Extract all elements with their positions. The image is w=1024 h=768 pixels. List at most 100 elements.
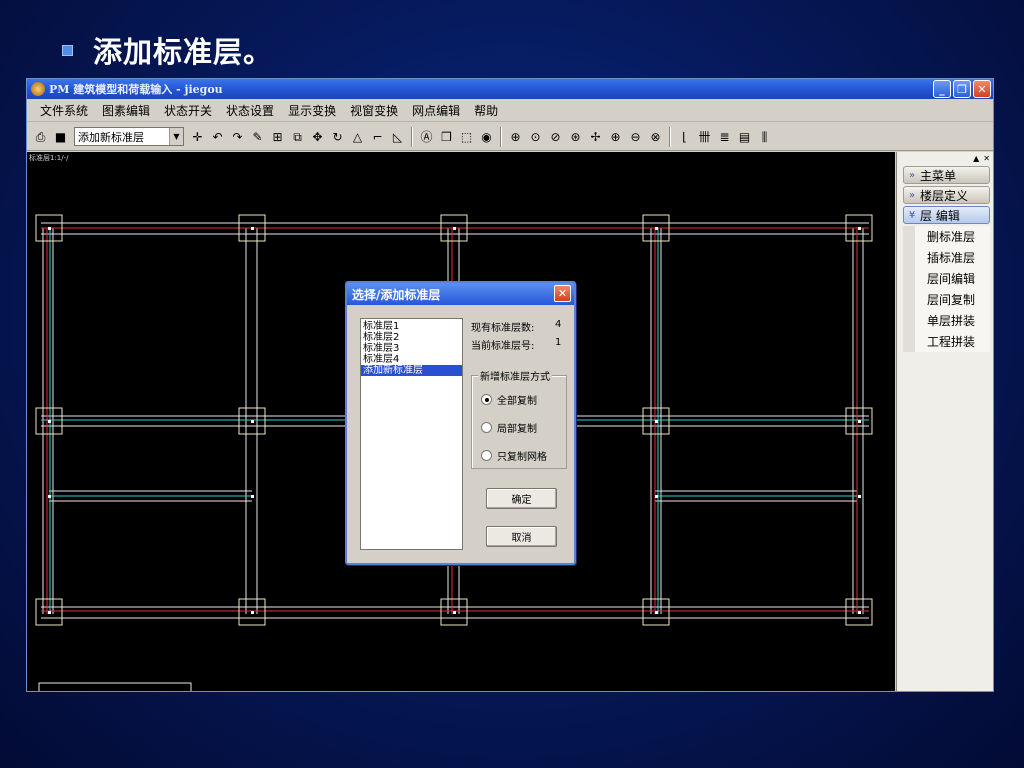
crosshair-icon[interactable]: ✛ [188,127,207,147]
panel-close-icon[interactable]: ✕ [983,154,990,164]
chevron-down-icon[interactable]: ▼ [169,128,183,145]
menu-file-system[interactable]: 文件系统 [33,102,95,119]
floor-count-label: 现有标准层数: [471,323,535,334]
select-add-floor-dialog: 选择/添加标准层 ✕ 标准层1 标准层2 标准层3 标准层4 添加新标准层 现有… [345,281,576,565]
ok-button[interactable]: 确定 [486,488,557,509]
rotate-icon[interactable]: ↻ [328,127,347,147]
menu-state-settings[interactable]: 状态设置 [219,102,281,119]
list-item-selected[interactable]: 添加新标准层 [361,365,462,376]
menu-state-switch[interactable]: 状态开关 [157,102,219,119]
dialog-close-button[interactable]: ✕ [554,285,571,302]
cube-wire-icon[interactable]: ⬚ [457,127,476,147]
menu-view-transform[interactable]: 视窗变换 [343,102,405,119]
radio-button[interactable] [481,394,492,405]
toolbar-separator [500,126,502,147]
panel-item-interlayer-edit[interactable]: 层间编辑 [915,268,990,289]
pan-icon[interactable]: ✢ [586,127,605,147]
panel-item-insert-floor[interactable]: 插标准层 [915,247,990,268]
zoom-realtime-icon[interactable]: ⊛ [566,127,585,147]
panel-header-label: 层 编辑 [920,208,960,223]
pencil-icon[interactable]: ✎ [248,127,267,147]
cube-icon[interactable]: ❒ [437,127,456,147]
current-floor-value: 1 [555,337,562,348]
view-a-icon[interactable]: Ⓐ [417,127,436,147]
option-copy-partial[interactable]: 局部复制 [481,420,537,435]
radio-button[interactable] [481,422,492,433]
minimize-button[interactable]: _ [933,80,951,98]
panel-item-project-assembly[interactable]: 工程拼装 [915,331,990,352]
cancel-button[interactable]: 取消 [486,526,557,547]
zoom-window-icon[interactable]: ⊕ [506,127,525,147]
maximize-button[interactable]: ❐ [953,80,971,98]
panel-item-list: 删标准层 插标准层 层间编辑 层间复制 单层拼装 工程拼装 [903,226,990,352]
menu-display-transform[interactable]: 显示变换 [281,102,343,119]
bullet-icon [62,44,73,56]
radio-label: 局部复制 [497,424,537,435]
floor-select[interactable]: 添加新标准层 ▼ [74,127,184,146]
chevron-down-icon: ¥ [908,209,916,221]
mirror-icon[interactable]: △ [348,127,367,147]
list-item[interactable]: 标准层3 [361,343,462,354]
panel-header-label: 主菜单 [920,168,957,183]
erase-icon[interactable]: ◺ [388,127,407,147]
chevron-right-icon: » [908,189,916,201]
slide-title: 添加标准层。 [93,35,274,69]
eye-icon[interactable]: ◉ [477,127,496,147]
option-copy-all[interactable]: 全部复制 [481,392,537,407]
zoom-out-icon[interactable]: ⊖ [626,127,645,147]
window-controls: _ ❐ ✕ [933,80,991,98]
zoom-extent-icon[interactable]: ⊙ [526,127,545,147]
toolbar-separator [669,126,671,147]
toolbar-separator [411,126,413,147]
move-icon[interactable]: ✥ [308,127,327,147]
menu-element-edit[interactable]: 图素编辑 [95,102,157,119]
list-item[interactable]: 标准层2 [361,332,462,343]
panel-collapse-icon[interactable]: ▲ [973,154,979,164]
save-icon[interactable]: ■ [51,127,70,147]
panel-item-single-assembly[interactable]: 单层拼装 [915,310,990,331]
copy-icon[interactable]: ⧉ [288,127,307,147]
menu-help[interactable]: 帮助 [467,102,505,119]
panel-floor-define[interactable]: » 楼层定义 [903,186,990,204]
new-floor-method-group: 新增标准层方式 全部复制 局部复制 只复制网格 [471,368,567,469]
list-item[interactable]: 标准层4 [361,354,462,365]
floor-list[interactable]: 标准层1 标准层2 标准层3 标准层4 添加新标准层 [360,318,463,550]
app-logo-icon [31,82,45,96]
print-icon[interactable]: ⎙ [31,127,50,147]
panel-item-delete-floor[interactable]: 删标准层 [915,226,990,247]
panel-floor-edit[interactable]: ¥ 层 编辑 [903,206,990,224]
group-label: 新增标准层方式 [478,368,552,383]
columns-icon[interactable]: ⫼ [755,127,774,147]
side-panel: ▲ ✕ » 主菜单 » 楼层定义 ¥ 层 编辑 删标准层 插标准层 层间编辑 层… [896,152,993,691]
floor-select-value: 添加新标准层 [78,130,144,144]
current-floor-label: 当前标准层号: [471,341,535,352]
undo-icon[interactable]: ↶ [208,127,227,147]
radio-button[interactable] [481,450,492,461]
window-title: PM 建筑模型和荷载输入 - jiegou [49,83,223,96]
layers-icon[interactable]: ≣ [715,127,734,147]
menu-grid-edit[interactable]: 网点编辑 [405,102,467,119]
panel-grip: ▲ ✕ [901,154,990,164]
panel-item-interlayer-copy[interactable]: 层间复制 [915,289,990,310]
zoom-in-icon[interactable]: ⊕ [606,127,625,147]
option-copy-grid-only[interactable]: 只复制网格 [481,448,547,463]
radio-label: 全部复制 [497,396,537,407]
toolbar: ⎙ ■ 添加新标准层 ▼ ✛ ↶ ↷ ✎ ⊞ ⧉ ✥ ↻ △ ⌐ ◺ Ⓐ ❒ ⬚… [27,123,993,151]
beam-icon[interactable]: 卌 [695,127,714,147]
window-titlebar[interactable]: PM 建筑模型和荷载输入 - jiegou _ ❐ ✕ [27,79,993,99]
zoom-all-icon[interactable]: ⊗ [646,127,665,147]
close-button[interactable]: ✕ [973,80,991,98]
floor-count-info: 现有标准层数: 4 [471,319,561,334]
list-item[interactable]: 标准层1 [361,321,462,332]
offset-icon[interactable]: ⌐ [368,127,387,147]
redo-icon[interactable]: ↷ [228,127,247,147]
panel-main-menu[interactable]: » 主菜单 [903,166,990,184]
zoom-previous-icon[interactable]: ⊘ [546,127,565,147]
chevron-right-icon: » [908,169,916,181]
slide-heading: 添加标准层。 [62,30,273,70]
dialog-titlebar[interactable]: 选择/添加标准层 [347,283,574,305]
grid-icon[interactable]: ⊞ [268,127,287,147]
properties-icon[interactable]: ▤ [735,127,754,147]
menu-bar: 文件系统 图素编辑 状态开关 状态设置 显示变换 视窗变换 网点编辑 帮助 [27,100,993,122]
axis-icon[interactable]: ⌊ [675,127,694,147]
